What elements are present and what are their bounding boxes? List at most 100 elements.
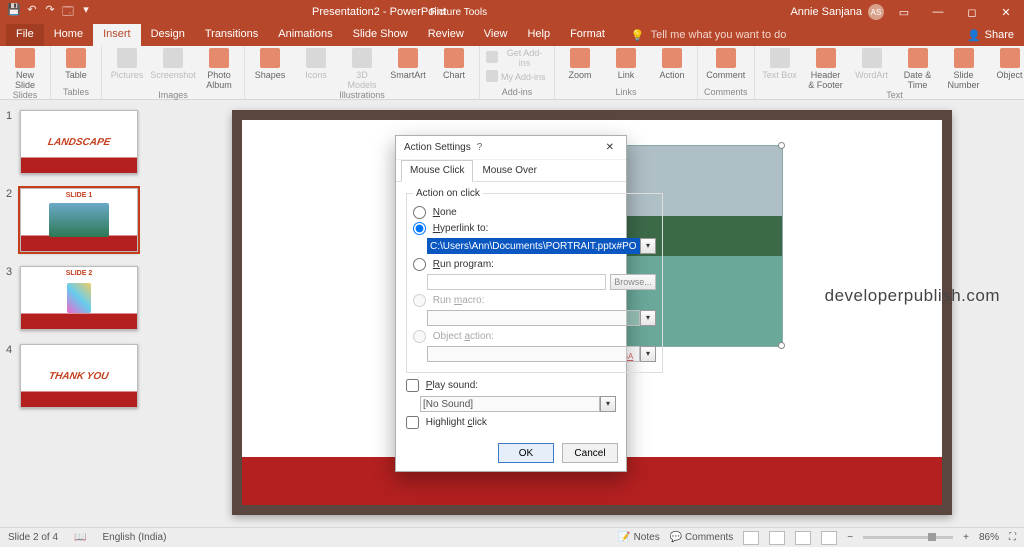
wordart-button[interactable]: WordArt xyxy=(853,48,891,90)
sorter-view-icon[interactable] xyxy=(769,531,785,545)
reading-view-icon[interactable] xyxy=(795,531,811,545)
bulb-icon: 💡 xyxy=(631,29,645,42)
option-hyperlink[interactable]: Hyperlink to: xyxy=(413,222,656,235)
startover-icon[interactable]: 🗔 xyxy=(60,3,76,22)
group-comments: Comment Comments xyxy=(698,46,755,99)
new-slide-button[interactable]: New Slide xyxy=(6,48,44,90)
user-name[interactable]: Annie Sanjana xyxy=(790,6,862,18)
slideshow-view-icon[interactable] xyxy=(821,531,837,545)
link-button[interactable]: Link xyxy=(607,48,645,80)
tab-home[interactable]: Home xyxy=(44,24,93,46)
tab-help[interactable]: Help xyxy=(517,24,560,46)
zoom-slider[interactable] xyxy=(863,536,953,539)
zoom-out-icon[interactable]: − xyxy=(847,532,853,543)
share-label: Share xyxy=(985,29,1014,41)
option-none[interactable]: NNoneone xyxy=(413,206,656,219)
chart-button[interactable]: Chart xyxy=(435,48,473,90)
tab-transitions[interactable]: Transitions xyxy=(195,24,268,46)
ribbon-options-icon[interactable]: ▭ xyxy=(890,6,918,19)
icons-button[interactable]: Icons xyxy=(297,48,335,90)
object-button[interactable]: Object xyxy=(991,48,1024,90)
group-label: Add-ins xyxy=(502,87,533,99)
tab-view[interactable]: View xyxy=(474,24,518,46)
shapes-button[interactable]: Shapes xyxy=(251,48,289,90)
ribbon-tabs: File Home Insert Design Transitions Anim… xyxy=(0,24,1024,46)
header-footer-button[interactable]: Header & Footer xyxy=(807,48,845,90)
thumbnail-3[interactable]: SLIDE 2 xyxy=(20,266,138,330)
watermark-text: developerpublish.com xyxy=(825,286,1000,306)
group-images: Pictures Screenshot Photo Album Images xyxy=(102,46,245,99)
sound-dropdown-icon: ▾ xyxy=(600,396,616,412)
photo-album-button[interactable]: Photo Album xyxy=(200,48,238,90)
ribbon: New Slide Slides Table Tables Pictures S… xyxy=(0,46,1024,100)
hyperlink-value[interactable] xyxy=(427,238,640,254)
tab-slideshow[interactable]: Slide Show xyxy=(343,24,418,46)
action-button[interactable]: Action xyxy=(653,48,691,80)
status-bar: Slide 2 of 4 📖 English (India) 📝 Notes 💬… xyxy=(0,527,1024,547)
resize-handle[interactable] xyxy=(778,342,785,349)
tab-insert[interactable]: Insert xyxy=(93,24,141,46)
macro-select xyxy=(427,310,640,326)
avatar[interactable]: AS xyxy=(868,4,884,20)
my-addins-button[interactable]: My Add-ins xyxy=(486,70,548,84)
close-icon[interactable]: ✕ xyxy=(992,6,1020,19)
fit-to-window-icon[interactable]: ⛶ xyxy=(1009,532,1016,543)
notes-button[interactable]: 📝 Notes xyxy=(618,532,659,543)
object-action-select xyxy=(427,346,640,362)
tab-mouse-click[interactable]: Mouse Click xyxy=(401,160,473,182)
resize-handle[interactable] xyxy=(778,142,785,149)
dialog-help-icon[interactable]: ? xyxy=(471,142,489,153)
3d-models-button[interactable]: 3D Models xyxy=(343,48,381,90)
quick-access: 💾 ↶ ↷ 🗔 ▾ xyxy=(0,3,100,22)
zoom-level[interactable]: 86% xyxy=(979,532,999,543)
slide-number-button[interactable]: Slide Number xyxy=(945,48,983,90)
redo-icon[interactable]: ↷ xyxy=(42,3,58,22)
zoom-button[interactable]: Zoom xyxy=(561,48,599,80)
share-button[interactable]: 👤 Share xyxy=(957,24,1024,46)
hyperlink-dropdown-icon[interactable]: ▾ xyxy=(640,238,656,254)
option-run-program[interactable]: Run program: xyxy=(413,258,656,271)
date-time-button[interactable]: Date & Time xyxy=(899,48,937,90)
ok-button[interactable]: OK xyxy=(498,443,554,463)
get-addins-button[interactable]: Get Add-ins xyxy=(486,48,548,68)
tab-review[interactable]: Review xyxy=(418,24,474,46)
tab-mouse-over[interactable]: Mouse Over xyxy=(473,160,545,181)
tab-design[interactable]: Design xyxy=(141,24,195,46)
tell-me[interactable]: 💡 Tell me what you want to do xyxy=(615,24,786,46)
dialog-close-icon[interactable]: ✕ xyxy=(602,142,618,153)
undo-icon[interactable]: ↶ xyxy=(24,3,40,22)
thumbnail-2[interactable]: SLIDE 1 xyxy=(20,188,138,252)
option-object-action: Object action: xyxy=(413,330,656,343)
tab-file[interactable]: File xyxy=(6,24,44,46)
smartart-button[interactable]: SmartArt xyxy=(389,48,427,90)
save-icon[interactable]: 💾 xyxy=(6,3,22,22)
play-sound-checkbox[interactable]: Play sound: xyxy=(406,380,478,391)
cancel-button[interactable]: Cancel xyxy=(562,443,618,463)
action-settings-dialog: Action Settings ? ✕ Mouse Click Mouse Ov… xyxy=(395,135,627,472)
thumbnail-4[interactable]: THANK YOU xyxy=(20,344,138,408)
comments-button[interactable]: 💬 Comments xyxy=(670,532,734,543)
object-dropdown-icon: ▾ xyxy=(640,346,656,362)
run-program-input[interactable] xyxy=(427,274,606,290)
spellcheck-icon[interactable]: 📖 xyxy=(74,532,86,543)
normal-view-icon[interactable] xyxy=(743,531,759,545)
tab-animations[interactable]: Animations xyxy=(268,24,342,46)
slide-position[interactable]: Slide 2 of 4 xyxy=(8,532,58,543)
screenshot-button[interactable]: Screenshot xyxy=(154,48,192,90)
browse-button[interactable]: Browse... xyxy=(610,274,656,290)
qa-more-icon[interactable]: ▾ xyxy=(78,3,94,22)
thumbnail-1[interactable]: LANDSCAPE xyxy=(20,110,138,174)
table-button[interactable]: Table xyxy=(57,48,95,80)
comment-button[interactable]: Comment xyxy=(707,48,745,80)
language[interactable]: English (India) xyxy=(103,532,167,543)
textbox-button[interactable]: Text Box xyxy=(761,48,799,90)
share-icon: 👤 xyxy=(967,29,981,42)
highlight-click-checkbox[interactable]: Highlight click xyxy=(406,417,487,428)
group-links: Zoom Link Action Links xyxy=(555,46,698,99)
minimize-icon[interactable]: — xyxy=(924,6,952,18)
zoom-in-icon[interactable]: + xyxy=(963,532,969,543)
maximize-icon[interactable]: ◻ xyxy=(958,6,986,19)
tab-format[interactable]: Format xyxy=(560,24,615,46)
group-tables: Table Tables xyxy=(51,46,102,99)
pictures-button[interactable]: Pictures xyxy=(108,48,146,90)
